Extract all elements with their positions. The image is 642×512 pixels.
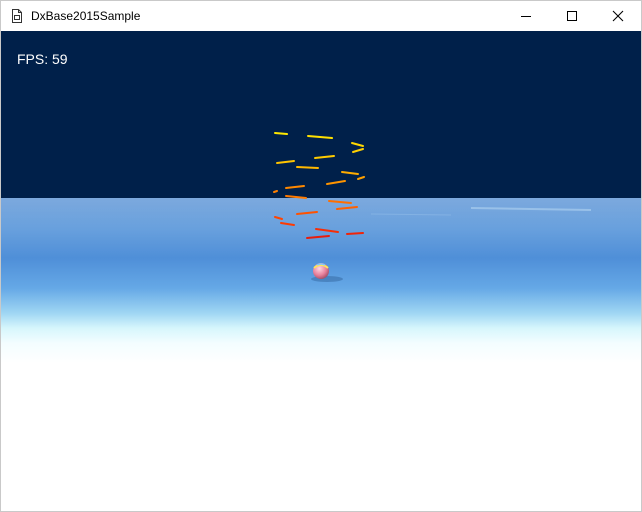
particle [357,176,365,180]
particle [315,228,339,233]
particle [280,222,295,226]
particle [328,200,352,204]
particle-spiral [273,132,365,239]
particle [274,216,283,220]
particle [273,190,278,193]
maximize-icon [567,11,577,21]
particle [351,142,364,147]
floor-streak [370,213,452,216]
particle [326,180,346,185]
app-window: DxBase2015Sample FPS: 59 [0,0,642,512]
particle [285,195,307,199]
window-title: DxBase2015Sample [31,9,141,23]
particle [306,235,330,239]
minimize-button[interactable] [503,1,549,31]
title-bar[interactable]: DxBase2015Sample [1,1,641,31]
maximize-button[interactable] [549,1,595,31]
particle [296,211,318,215]
render-viewport[interactable]: FPS: 59 [1,31,641,511]
close-icon [612,10,624,22]
close-button[interactable] [595,1,641,31]
minimize-icon [521,16,531,17]
particle [341,171,359,175]
fps-counter: FPS: 59 [17,51,68,67]
floor-streak [470,207,592,211]
particle [274,132,288,135]
document-app-icon [12,9,22,23]
particle [285,185,305,189]
particle [296,166,319,169]
scene-objects [273,132,592,282]
particle [276,160,295,164]
particle [314,155,335,159]
particle [336,206,358,210]
particle [346,232,364,235]
particle [352,148,364,153]
particle [307,135,333,139]
